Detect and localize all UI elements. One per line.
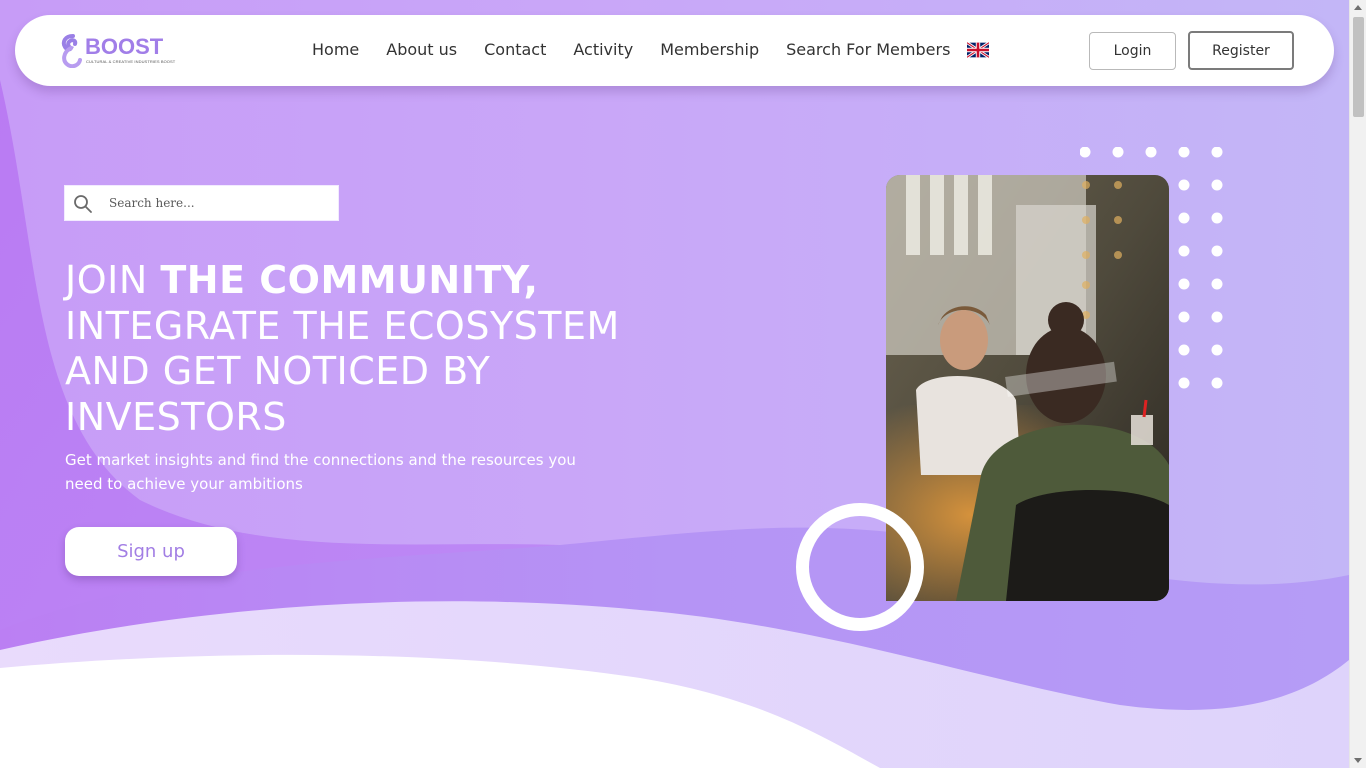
main-nav: Home About us Contact Activity Membershi…	[312, 40, 990, 59]
search-input[interactable]	[109, 186, 335, 220]
nav-membership[interactable]: Membership	[660, 40, 759, 59]
hero-title-part2: INTEGRATE THE ECOSYSTEM AND GET NOTICED …	[65, 303, 620, 439]
uk-flag-icon[interactable]	[967, 41, 990, 58]
meeting-photo-image	[886, 175, 1169, 601]
scrollbar-thumb[interactable]	[1353, 17, 1364, 117]
hero-title: JOIN THE COMMUNITY, INTEGRATE THE ECOSYS…	[65, 258, 705, 440]
top-navbar: BOOST CULTURAL & CREATIVE INDUSTRIES BOO…	[15, 15, 1334, 86]
nav-about-us[interactable]: About us	[386, 40, 457, 59]
nav-activity[interactable]: Activity	[573, 40, 633, 59]
scroll-down-arrow-icon[interactable]	[1354, 758, 1362, 763]
vertical-scrollbar[interactable]	[1349, 0, 1366, 768]
logo-tagline: CULTURAL & CREATIVE INDUSTRIES BOOST	[86, 59, 176, 64]
nav-home[interactable]: Home	[312, 40, 359, 59]
hero-title-part1: JOIN	[65, 258, 161, 302]
hero-subtitle: Get market insights and find the connect…	[65, 451, 576, 493]
signup-button[interactable]: Sign up	[65, 527, 237, 576]
boost-logo[interactable]: BOOST CULTURAL & CREATIVE INDUSTRIES BOO…	[61, 33, 175, 69]
scroll-up-arrow-icon[interactable]	[1354, 5, 1362, 10]
register-button[interactable]: Register	[1188, 31, 1294, 70]
search-box	[64, 185, 339, 221]
page: BOOST CULTURAL & CREATIVE INDUSTRIES BOO…	[0, 0, 1349, 768]
logo-mark-icon	[61, 34, 82, 68]
nav-search-for-members[interactable]: Search For Members	[786, 40, 950, 59]
decorative-ring	[796, 503, 924, 631]
login-button[interactable]: Login	[1089, 32, 1176, 70]
search-icon[interactable]	[73, 194, 93, 214]
nav-contact[interactable]: Contact	[484, 40, 546, 59]
logo-text: BOOST	[85, 34, 164, 59]
hero-title-bold: THE COMMUNITY,	[160, 258, 539, 302]
hero-photo	[886, 175, 1169, 601]
